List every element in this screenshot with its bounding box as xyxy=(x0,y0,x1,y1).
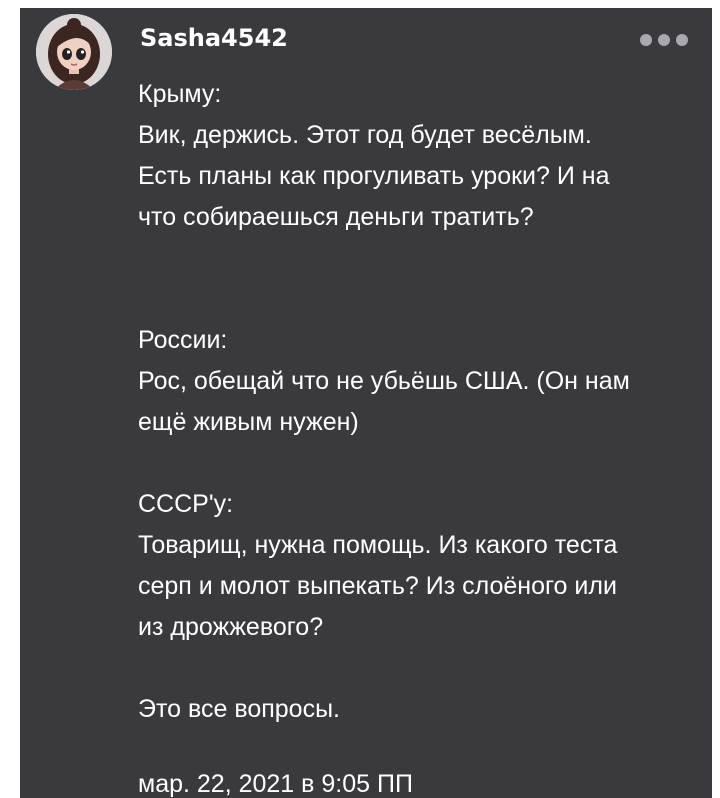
text-line: из дрожжевого? xyxy=(138,613,324,641)
text-line: Товарищ, нужна помощь. Из какого теста xyxy=(138,531,618,559)
text-line: России: xyxy=(138,326,228,354)
ellipsis-icon xyxy=(676,34,688,46)
user-avatar[interactable] xyxy=(36,14,112,90)
text-line: что собираешься деньги тратить? xyxy=(138,203,534,231)
text-line: Рос, обещай что не убьёшь США. (Он нам xyxy=(138,367,630,395)
more-options-button[interactable] xyxy=(640,30,688,50)
post-timestamp: мар. 22, 2021 в 9:05 ПП xyxy=(138,770,413,798)
text-line: СССР'у: xyxy=(138,490,234,518)
text-line: серп и молот выпекать? Из слоёного или xyxy=(138,572,617,600)
ellipsis-icon xyxy=(658,34,670,46)
ellipsis-icon xyxy=(640,34,652,46)
cartoon-girl-avatar-icon xyxy=(36,14,112,90)
comment-text: Крыму: Вик, держись. Этот год будет весё… xyxy=(138,74,708,730)
text-line: Крыму: xyxy=(138,80,222,108)
text-line: Это все вопросы. xyxy=(138,695,341,723)
username[interactable]: Sasha4542 xyxy=(140,24,288,52)
comment-card: Sasha4542 Крыму: Вик, держись. Этот год … xyxy=(20,8,712,798)
text-line: ещё живым нужен) xyxy=(138,408,359,436)
text-line: Есть планы как прогуливать уроки? И на xyxy=(138,162,610,190)
text-line: Вик, держись. Этот год будет весёлым. xyxy=(138,121,592,149)
